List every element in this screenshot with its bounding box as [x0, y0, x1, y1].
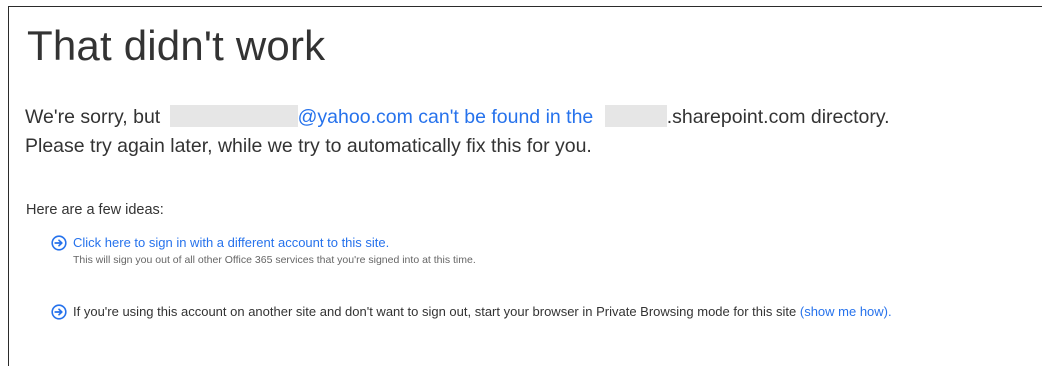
message-prefix: We're sorry, but: [25, 106, 161, 128]
ideas-heading: Here are a few ideas:: [26, 202, 164, 218]
private-browsing-text: If you're using this account on another …: [73, 304, 797, 319]
page-title: That didn't work: [27, 22, 326, 69]
error-message-line-1: We're sorry, but @yahoo.com can't be fou…: [25, 103, 1035, 132]
idea-body: If you're using this account on another …: [73, 303, 1036, 321]
error-message: We're sorry, but @yahoo.com can't be fou…: [25, 103, 1035, 161]
idea-item-private-browsing: If you're using this account on another …: [51, 303, 1036, 321]
error-message-line-2: Please try again later, while we try to …: [25, 135, 592, 157]
idea-body: Click here to sign in with a different a…: [73, 234, 1036, 268]
circle-arrow-right-icon: [51, 304, 67, 320]
sign-out-note: This will sign you out of all other Offi…: [73, 254, 476, 266]
directory-suffix: .sharepoint.com directory.: [666, 106, 890, 128]
idea-item-sign-in-different-account: Click here to sign in with a different a…: [51, 234, 1036, 268]
email-domain: @yahoo.com: [297, 106, 413, 128]
message-middle: can't be found in the: [418, 106, 594, 128]
show-me-how-link[interactable]: (show me how).: [800, 304, 892, 319]
redacted-tenant: [604, 105, 667, 127]
sign-in-different-account-link[interactable]: Click here to sign in with a different a…: [73, 235, 389, 250]
redacted-username: [169, 105, 298, 127]
circle-arrow-right-icon[interactable]: [51, 235, 67, 251]
